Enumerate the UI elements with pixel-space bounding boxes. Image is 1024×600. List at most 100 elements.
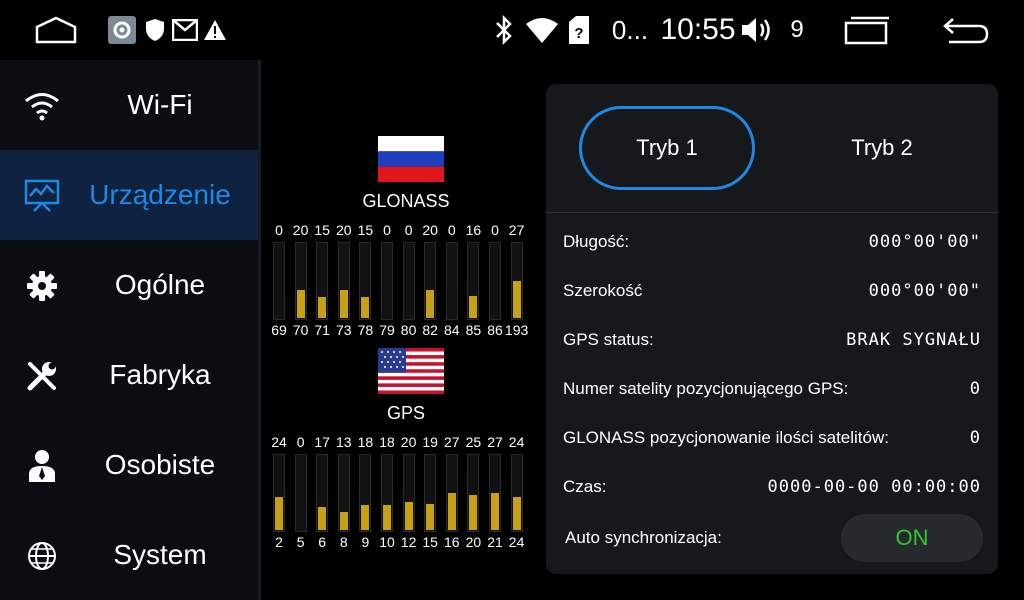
glonass-satellite-id: 85 <box>465 322 482 338</box>
gps-signal-bar-fill <box>447 493 456 530</box>
glonass-snr-value: 16 <box>465 222 482 238</box>
sidebar-item-personal[interactable]: Osobiste <box>0 420 258 510</box>
mode-2-button[interactable]: Tryb 2 <box>794 106 970 190</box>
glonass-satellite-count-label: GLONASS pozycjonowanie ilości satelitów: <box>563 427 889 447</box>
gps-label: GPS <box>386 403 425 423</box>
glonass-snr-value: 20 <box>292 222 309 238</box>
glonass-satellite-id: 193 <box>504 322 529 338</box>
mode-selector: Tryb 1 Tryb 2 <box>546 84 998 213</box>
gps-signal-bar-fill <box>275 497 283 530</box>
glonass-signal-bar <box>489 242 501 320</box>
glonass-snr-value: 20 <box>422 222 438 238</box>
gps-snr-value: 19 <box>422 434 438 450</box>
gps-id-row: 2 5 6 8 9 10 12 15 16 20 21 24 <box>270 534 542 554</box>
gps-satellite-id: 16 <box>444 534 460 550</box>
sidebar-item-label: Ogólne <box>114 269 206 300</box>
gps-signal-bar-fill <box>426 504 435 530</box>
gps-satellite-id: 5 <box>296 534 305 550</box>
mode-1-button[interactable]: Tryb 1 <box>579 106 755 190</box>
gps-snr-value: 0 <box>296 434 305 450</box>
glonass-signal-bar-fill <box>339 290 348 318</box>
gps-satellite-count-value: 0 <box>969 378 981 399</box>
wifi-icon <box>22 86 62 126</box>
network-label: 0... <box>611 14 649 45</box>
time-label: Czas: <box>563 476 607 496</box>
gps-snr-value: 20 <box>400 434 417 450</box>
tools-icon <box>22 356 62 396</box>
gps-status-value: BRAK SYGNAŁU <box>846 329 981 350</box>
latitude-row: Szerokość 000°00'00" <box>563 266 981 315</box>
glonass-signal-bar-fill <box>512 281 521 318</box>
status-bar: ? 0... 10:55 9 <box>0 0 1024 60</box>
sidebar-item-label: Osobiste <box>104 449 216 480</box>
sidebar-item-general[interactable]: Ogólne <box>0 240 258 330</box>
gps-signal-bar <box>359 454 372 532</box>
gps-satellite-id: 15 <box>422 534 438 550</box>
sidebar-item-factory[interactable]: Fabryka <box>0 330 258 420</box>
glonass-satellite-id: 73 <box>336 322 352 338</box>
bluetooth-icon <box>490 0 518 60</box>
glonass-snr-value: 20 <box>336 222 352 238</box>
glonass-signal-bar <box>316 242 329 320</box>
gps-signal-bar <box>294 454 307 532</box>
usa-flag-icon <box>378 348 444 399</box>
gps-signal-bar-fill <box>361 505 370 530</box>
glonass-satellite-count-value: 0 <box>969 427 981 448</box>
gps-snr-value: 25 <box>465 434 482 450</box>
glonass-signal-bar <box>424 242 437 320</box>
gps-satellite-id: 9 <box>361 534 370 550</box>
gps-signal-bar-fill <box>469 495 478 530</box>
mail-icon <box>171 0 199 60</box>
recents-icon[interactable] <box>840 0 894 60</box>
glonass-snr-value: 0 <box>275 222 283 238</box>
glonass-signal-bar <box>510 242 523 320</box>
sidebar-item-wifi[interactable]: Wi-Fi <box>0 60 258 150</box>
glonass-signal-bar <box>467 242 480 320</box>
glonass-label: GLONASS <box>362 191 450 211</box>
glonass-satellite-id: 79 <box>379 322 395 338</box>
gps-signal-bar-fill <box>512 497 521 530</box>
glonass-satellite-count-row: GLONASS pozycjonowanie ilości satelitów:… <box>563 413 981 462</box>
glonass-satellite-id: 86 <box>487 322 503 338</box>
gps-signal-bar-fill <box>491 493 499 530</box>
volume-icon[interactable] <box>740 0 774 60</box>
gear-icon <box>22 266 62 306</box>
sidebar-item-device[interactable]: Urządzenie <box>0 150 258 240</box>
glonass-signal-bar-fill <box>361 297 370 318</box>
home-icon[interactable] <box>30 0 82 60</box>
glonass-signal-bar <box>273 242 285 320</box>
gps-signal-bar <box>445 454 458 532</box>
glonass-signal-bar <box>337 242 350 320</box>
sidebar-item-label: Fabryka <box>109 359 211 390</box>
gps-satellite-id: 8 <box>339 534 348 550</box>
gps-satellite-count-label: Numer satelity pozycjonującego GPS: <box>563 378 849 398</box>
gps-satellite-id: 21 <box>487 534 503 550</box>
time-row: Czas: 0000-00-00 00:00:00 <box>563 462 981 511</box>
sidebar-item-system[interactable]: System <box>0 510 258 600</box>
gps-snr-value: 18 <box>379 434 395 450</box>
sim-icon: ? <box>566 0 592 60</box>
glonass-satellite-id: 84 <box>444 322 460 338</box>
gps-signal-bar <box>489 454 501 532</box>
gps-snr-value: 27 <box>487 434 503 450</box>
time-value: 0000-00-00 00:00:00 <box>767 476 981 497</box>
glonass-id-row: 69 70 71 73 78 79 80 82 84 85 86 193 <box>270 322 542 342</box>
glonass-snr-value: 0 <box>447 222 456 238</box>
svg-text:?: ? <box>574 25 583 42</box>
gps-signal-bar <box>467 454 480 532</box>
gps-snr-row: 24 0 17 13 18 18 20 19 27 25 27 24 <box>270 434 542 454</box>
latitude-value: 000°00'00" <box>868 280 981 301</box>
longitude-row: Długość: 000°00'00" <box>563 217 981 266</box>
glonass-signal-bar <box>381 242 393 320</box>
gps-satellite-id: 10 <box>379 534 395 550</box>
glonass-satellite-id: 82 <box>422 322 438 338</box>
volume-level: 9 <box>790 16 804 43</box>
glonass-snr-value: 15 <box>357 222 374 238</box>
gps-snr-value: 24 <box>271 434 287 450</box>
back-icon[interactable] <box>938 0 994 60</box>
person-icon <box>22 446 62 486</box>
latitude-label: Szerokość <box>563 280 643 300</box>
monitor-chart-icon <box>22 176 62 216</box>
glonass-snr-value: 15 <box>314 222 330 238</box>
auto-sync-toggle[interactable]: ON <box>841 514 983 562</box>
